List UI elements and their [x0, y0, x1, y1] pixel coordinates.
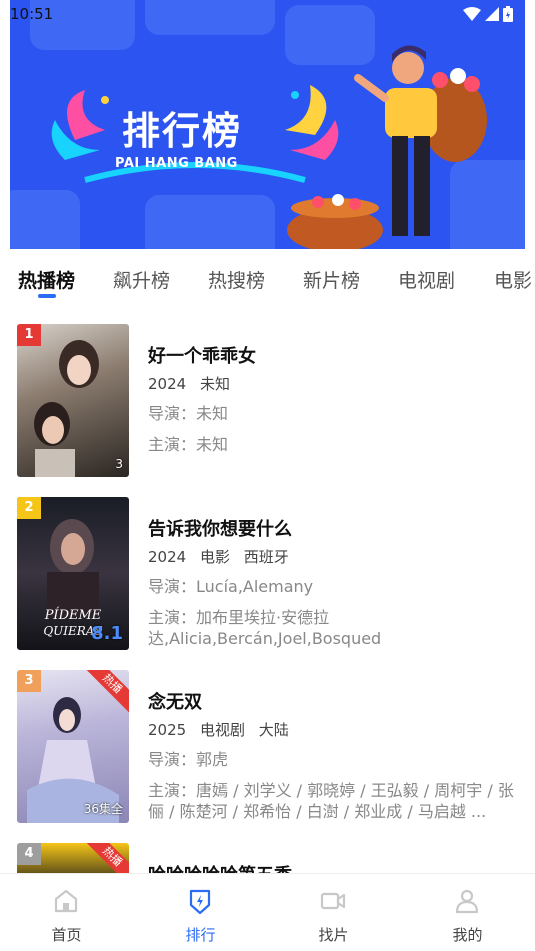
tab-movie[interactable]: 电影 [494, 266, 532, 293]
list-item[interactable]: PÍDEME QUIERAS 2 8.1 告诉我你想要什么 2024 电影 西班… [0, 491, 535, 651]
nav-home-label: 首页 [51, 926, 82, 944]
nav-profile[interactable]: 我的 [401, 874, 534, 951]
item-title: 念无双 [148, 692, 202, 713]
nav-find-movies-label: 找片 [318, 926, 349, 944]
item-year: 2025 [148, 721, 187, 739]
nav-home[interactable]: 首页 [0, 874, 133, 951]
item-year: 2024 [148, 375, 187, 393]
home-icon [54, 889, 78, 913]
item-cast: 主演：唐嫣 / 刘学义 / 郭晓婷 / 王弘毅 / 周柯宇 / 张俪 / 陈楚河… [148, 781, 514, 821]
tab-rising[interactable]: 飙升榜 [113, 266, 170, 293]
svg-text:PÍDEME: PÍDEME [44, 607, 102, 623]
wifi-icon [463, 7, 481, 21]
nav-ranking[interactable]: 排行 [134, 874, 267, 951]
tab-tv-series[interactable]: 电视剧 [398, 266, 455, 293]
item-director: 导演：Lucía,Alemany [148, 577, 314, 596]
tab-hot-search[interactable]: 热搜榜 [208, 266, 265, 293]
battery-icon [503, 6, 513, 22]
poster-image: 1 3 [17, 324, 129, 477]
status-bar: 10:51 [0, 0, 535, 28]
bottom-navigation: 首页 排行 找片 我的 [0, 873, 535, 951]
episode-count: 36集全 [83, 802, 123, 816]
status-icons [463, 6, 513, 22]
nav-profile-label: 我的 [452, 926, 483, 944]
item-type: 电视剧 [199, 721, 245, 739]
item-title: 好一个乖乖女 [148, 346, 256, 367]
ranking-banner: 排行榜 PAI HANG BANG [10, 0, 525, 249]
tab-new-release[interactable]: 新片榜 [303, 266, 360, 293]
ranking-icon [189, 889, 211, 914]
banner-subtitle: PAI HANG BANG [115, 156, 238, 171]
list-item[interactable]: 3 热播 36集全 念无双 2025 电视剧 大陆 导演：郭虎 主演：唐嫣 / … [0, 664, 535, 824]
nav-ranking-label: 排行 [185, 926, 216, 944]
item-region: 西班牙 [243, 548, 289, 566]
item-meta: 2025 电视剧 大陆 [148, 720, 523, 740]
rank-badge: 4 [17, 843, 41, 865]
item-info: 念无双 2025 电视剧 大陆 导演：郭虎 主演：唐嫣 / 刘学义 / 郭晓婷 … [148, 690, 523, 822]
item-cast: 主演：加布里埃拉·安德拉达,Alicia,Bercán,Joel,Bosqued [148, 608, 382, 648]
item-year: 2024 [148, 548, 187, 566]
signal-icon [485, 7, 499, 21]
item-info: 告诉我你想要什么 2024 电影 西班牙 导演：Lucía,Alemany 主演… [148, 517, 523, 649]
list-item[interactable]: 1 3 好一个乖乖女 2024 未知 导演：未知 主演：未知 [0, 318, 535, 478]
item-type: 未知 [199, 375, 230, 393]
rating-score: 8.1 [91, 623, 123, 644]
rank-badge: 1 [17, 324, 41, 346]
item-type: 电影 [199, 548, 230, 566]
banner-character-illustration [287, 45, 487, 249]
poster-artwork [34, 340, 99, 477]
poster-image: 3 热播 36集全 [17, 670, 129, 823]
active-tab-indicator [38, 294, 56, 298]
poster-image: PÍDEME QUIERAS 2 8.1 [17, 497, 129, 650]
item-director: 导演：郭虎 [148, 750, 229, 769]
video-camera-icon [320, 892, 346, 910]
item-meta: 2024 电影 西班牙 [148, 547, 523, 567]
item-info: 好一个乖乖女 2024 未知 导演：未知 主演：未知 [148, 344, 523, 455]
status-time: 10:51 [10, 5, 54, 23]
ranking-tabs: 热播榜 飙升榜 热搜榜 新片榜 电视剧 电影 [0, 258, 535, 302]
rank-badge: 2 [17, 497, 41, 519]
poster-note: 3 [115, 457, 123, 471]
user-icon [455, 889, 479, 914]
banner-title: 排行榜 [122, 109, 243, 153]
item-title: 告诉我你想要什么 [148, 519, 292, 540]
item-meta: 2024 未知 [148, 374, 523, 394]
rank-badge: 3 [17, 670, 41, 692]
tab-hot-play[interactable]: 热播榜 [18, 266, 75, 293]
item-region: 大陆 [258, 721, 289, 739]
nav-find-movies[interactable]: 找片 [267, 874, 400, 951]
item-director: 导演：未知 [148, 404, 229, 423]
item-cast: 主演：未知 [148, 435, 229, 454]
